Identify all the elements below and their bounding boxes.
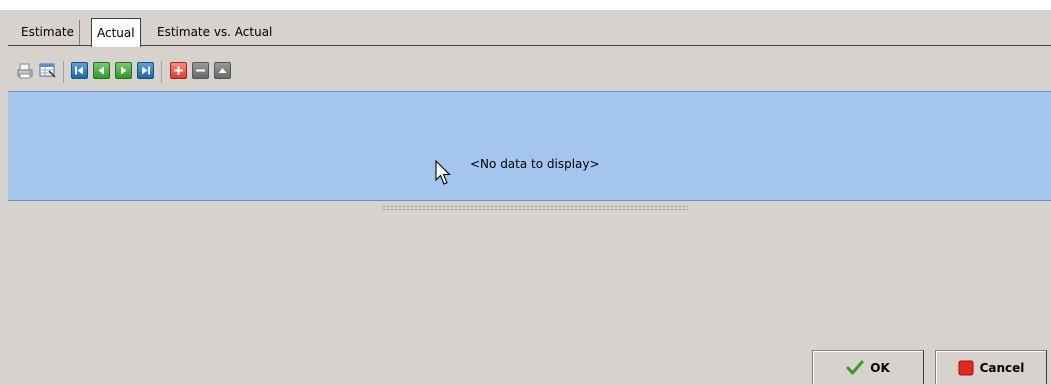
column-chooser-icon[interactable] — [39, 62, 56, 79]
remove-icon[interactable] — [192, 62, 209, 79]
cancel-button[interactable]: Cancel — [935, 350, 1047, 384]
tab-actual[interactable]: Actual — [91, 18, 141, 47]
cancel-button-label: Cancel — [979, 360, 1025, 375]
move-up-icon[interactable] — [214, 62, 231, 79]
splitter-grip[interactable] — [382, 205, 688, 210]
tab-estimate-vs-actual[interactable]: Estimate vs. Actual — [152, 20, 277, 45]
checkmark-icon — [846, 360, 864, 374]
tab-bar-divider — [8, 45, 1051, 46]
toolbar-separator — [161, 61, 162, 83]
mouse-pointer-icon — [435, 159, 451, 189]
tab-estimate[interactable]: Estimate — [16, 20, 81, 45]
ok-button-label: OK — [870, 360, 890, 375]
add-icon[interactable] — [170, 62, 187, 79]
last-record-icon[interactable] — [137, 62, 154, 79]
data-grid[interactable]: <No data to display> — [8, 91, 1051, 201]
ok-button[interactable]: OK — [812, 350, 924, 384]
toolbar — [8, 57, 1051, 87]
stop-icon — [958, 360, 974, 375]
first-record-icon[interactable] — [71, 62, 88, 79]
next-record-icon[interactable] — [115, 62, 132, 79]
top-strip — [0, 0, 1051, 10]
print-icon[interactable] — [16, 62, 33, 79]
empty-grid-message: <No data to display> — [470, 157, 600, 171]
previous-record-icon[interactable] — [93, 62, 110, 79]
toolbar-separator — [63, 61, 64, 83]
